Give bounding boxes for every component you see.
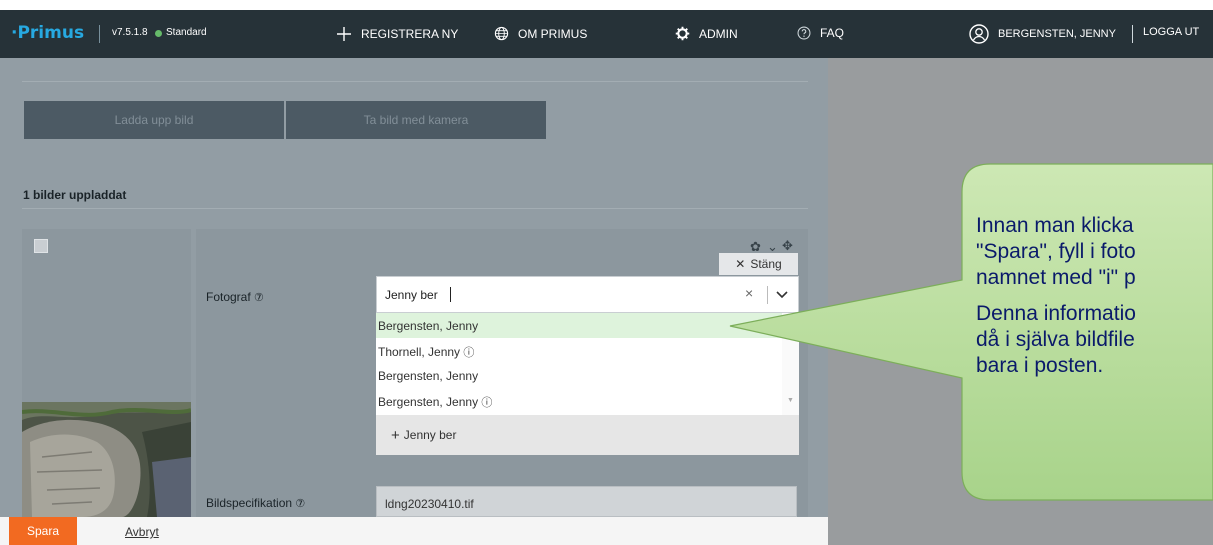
callout-text: Innan man klicka "Spara", fyll i foto na… xyxy=(976,213,1213,379)
callout-paragraph-1: Innan man klicka "Spara", fyll i foto na… xyxy=(976,214,1136,289)
callout-paragraph-2: Denna informatio då i själva bildfile ba… xyxy=(976,302,1136,377)
